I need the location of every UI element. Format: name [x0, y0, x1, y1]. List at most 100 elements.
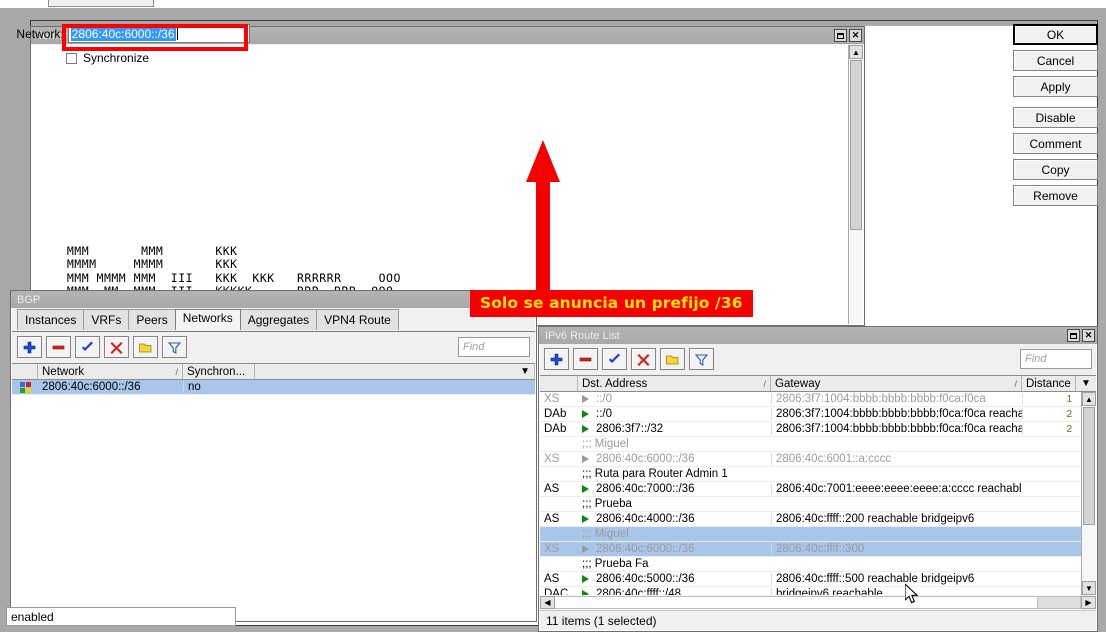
table-row[interactable]: XS::/02806:3f7:1004:bbbb:bbbb:bbbb:f0ca:…: [540, 392, 1081, 407]
comment-button[interactable]: Comment: [1013, 133, 1098, 154]
terminal-scroll-up-icon[interactable]: ▲: [849, 45, 863, 59]
row-flags: DAC: [540, 588, 578, 595]
bgp-window[interactable]: BGP InstancesVRFsPeersNetworksAggregates…: [10, 290, 537, 622]
network-label: Network:: [6, 27, 64, 41]
terminal-close-icon[interactable]: ✕: [849, 29, 862, 42]
ipv6-row-container[interactable]: XS::/02806:3f7:1004:bbbb:bbbb:bbbb:f0ca:…: [540, 392, 1081, 595]
terminal-maximize-icon[interactable]: [834, 29, 847, 42]
ipv6-disable-button[interactable]: [631, 348, 656, 370]
ipv6-filter-button[interactable]: [689, 348, 714, 370]
ipv6-col-flags[interactable]: [540, 376, 578, 391]
tab-vpn4-route[interactable]: VPN4 Route: [316, 309, 399, 330]
route-active-arrow-icon: [582, 455, 589, 463]
bgp-col-icon[interactable]: [12, 364, 38, 379]
ipv6-maximize-icon[interactable]: [1067, 329, 1080, 342]
disable-button[interactable]: Disable: [1013, 107, 1098, 128]
ipv6-scroll-thumb[interactable]: [1083, 407, 1095, 525]
tab-aggregates[interactable]: Aggregates: [240, 309, 317, 330]
route-active-arrow-icon: [582, 395, 589, 403]
ipv6-col-distance[interactable]: Distance: [1022, 376, 1076, 391]
row-gateway: 2806:40c:ffff::200 reachable bridgeipv6: [771, 513, 1022, 525]
chevron-down-icon[interactable]: ▼: [1081, 378, 1091, 389]
terminal-scroll-thumb[interactable]: [850, 60, 862, 230]
tab-vrfs[interactable]: VRFs: [83, 309, 129, 330]
ipv6-scroll-right-icon[interactable]: ▶: [1081, 596, 1096, 609]
row-dst-cell: 2806:40c:6000::/36: [578, 543, 771, 555]
tab-instances[interactable]: Instances: [17, 309, 84, 330]
terminal-vertical-scrollbar[interactable]: ▲: [848, 45, 863, 324]
bgp-col-synchronize[interactable]: Synchron...: [183, 364, 255, 379]
bgp-col-network[interactable]: Network/: [38, 364, 183, 379]
chevron-down-icon[interactable]: ▼: [520, 366, 530, 377]
bgp-add-button[interactable]: [17, 336, 42, 358]
bgp-enable-button[interactable]: [75, 336, 100, 358]
comment-row[interactable]: ;;; Miguel: [540, 437, 1081, 452]
route-active-arrow-icon: [582, 485, 589, 493]
ipv6-route-list-window[interactable]: IPv6 Route List ✕ Find Dst. Ad: [538, 326, 1098, 632]
ipv6-scroll-up-icon[interactable]: ▲: [1082, 392, 1096, 406]
bgp-filter-button[interactable]: [162, 336, 187, 358]
ipv6-toolbar[interactable]: Find: [539, 344, 1097, 374]
ipv6-titlebar[interactable]: IPv6 Route List ✕: [539, 327, 1097, 344]
ipv6-scroll-left-icon[interactable]: ◀: [540, 596, 555, 609]
cancel-button[interactable]: Cancel: [1013, 50, 1098, 71]
tab-peers[interactable]: Peers: [128, 309, 175, 330]
bgp-disable-button[interactable]: [104, 336, 129, 358]
ipv6-comment-button[interactable]: [660, 348, 685, 370]
bgp-toolbar[interactable]: Find: [12, 332, 535, 362]
ok-button[interactable]: OK: [1013, 24, 1098, 45]
table-row[interactable]: AS2806:40c:4000::/362806:40c:ffff::200 r…: [540, 512, 1081, 527]
ipv6-col-menu[interactable]: ▼: [1076, 376, 1096, 391]
table-row[interactable]: AS2806:40c:7000::/362806:40c:7001:eeee:e…: [540, 482, 1081, 497]
ipv6-scroll-down-icon[interactable]: ▼: [1082, 581, 1096, 595]
comment-row[interactable]: ;;; Miguel: [540, 527, 1081, 542]
table-row[interactable]: DAC2806:40c:ffff::/48bridgeipv6 reachabl…: [540, 587, 1081, 595]
copy-button[interactable]: Copy: [1013, 159, 1098, 180]
terminal-body[interactable]: MMM MMM KKK MMMM MMMM KKK MMM MMMM MMM I…: [32, 45, 863, 324]
ipv6-close-icon[interactable]: ✕: [1082, 329, 1095, 342]
synchronize-checkbox[interactable]: [66, 53, 77, 64]
tab-networks[interactable]: Networks: [175, 309, 241, 330]
ipv6-table[interactable]: Dst. Address/ Gateway/ Distance ▼ XS::/0…: [540, 375, 1096, 595]
table-row[interactable]: XS2806:40c:6000::/362806:40c:ffff::300: [540, 542, 1081, 557]
bgp-table-header[interactable]: Network/ Synchron... ▼: [12, 363, 535, 380]
bgp-comment-button[interactable]: [133, 336, 158, 358]
table-row[interactable]: 2806:40c:6000::/36no: [12, 380, 535, 395]
bgp-tab-bar[interactable]: InstancesVRFsPeersNetworksAggregatesVPN4…: [11, 308, 536, 330]
ipv6-col-gateway[interactable]: Gateway/: [771, 376, 1022, 391]
comment-row[interactable]: ;;; Prueba: [540, 497, 1081, 512]
ipv6-vertical-scrollbar[interactable]: ▲ ▼: [1081, 392, 1096, 595]
bgp-remove-button[interactable]: [46, 336, 71, 358]
comment-row[interactable]: ;;; Prueba Fa: [540, 557, 1081, 572]
row-gateway: 2806:40c:7001:eeee:eeee:eeee:a:cccc reac…: [771, 483, 1022, 495]
apply-button[interactable]: Apply: [1013, 76, 1098, 97]
ipv6-hscroll-track[interactable]: [1037, 596, 1081, 609]
row-dst-cell: ::/0: [578, 393, 771, 405]
table-row[interactable]: DAb2806:3f7::/322806:3f7:1004:bbbb:bbbb:…: [540, 422, 1081, 437]
bgp-titlebar[interactable]: BGP: [11, 291, 536, 308]
table-row[interactable]: DAb::/02806:3f7:1004:bbbb:bbbb:bbbb:f0ca…: [540, 407, 1081, 422]
dialog-button-column[interactable]: OK Cancel Apply Disable Comment Copy Remove: [1013, 24, 1098, 206]
remove-button[interactable]: Remove: [1013, 185, 1098, 206]
ipv6-horizontal-scrollbar[interactable]: ◀ ▶: [540, 595, 1096, 610]
table-row[interactable]: XS2806:40c:6000::/362806:40c:6001::a:ccc…: [540, 452, 1081, 467]
bgp-col-menu[interactable]: ▼: [255, 364, 535, 379]
row-distance: 1: [1022, 394, 1076, 405]
comment-row[interactable]: ;;; Ruta para Router Admin 1: [540, 467, 1081, 482]
ipv6-find-input[interactable]: Find: [1020, 349, 1092, 369]
bgp-table[interactable]: Network/ Synchron... ▼ 2806:40c:6000::/3…: [12, 363, 535, 620]
terminal-ascii-logo: MMM MMM KKK MMMM MMMM KKK MMM MMMM MMM I…: [32, 57, 863, 313]
ipv6-col-dst-address[interactable]: Dst. Address/: [578, 376, 771, 391]
row-distance: 2: [1022, 424, 1076, 435]
bgp-find-input[interactable]: Find: [458, 337, 530, 357]
ipv6-hscroll-thumb[interactable]: [555, 596, 1037, 609]
ipv6-add-button[interactable]: [544, 348, 569, 370]
ipv6-remove-button[interactable]: [573, 348, 598, 370]
row-gateway: bridgeipv6 reachable: [771, 588, 1022, 595]
table-row[interactable]: AS2806:40c:5000::/362806:40c:ffff::500 r…: [540, 572, 1081, 587]
bgp-row-container[interactable]: 2806:40c:6000::/36no: [12, 380, 535, 395]
route-active-arrow-icon: [582, 545, 589, 553]
terminal-window[interactable]: Terminal <1> ✕ MMM MMM KKK MMMM MMMM KKK…: [30, 26, 865, 326]
ipv6-table-header[interactable]: Dst. Address/ Gateway/ Distance ▼: [540, 375, 1096, 392]
ipv6-enable-button[interactable]: [602, 348, 627, 370]
